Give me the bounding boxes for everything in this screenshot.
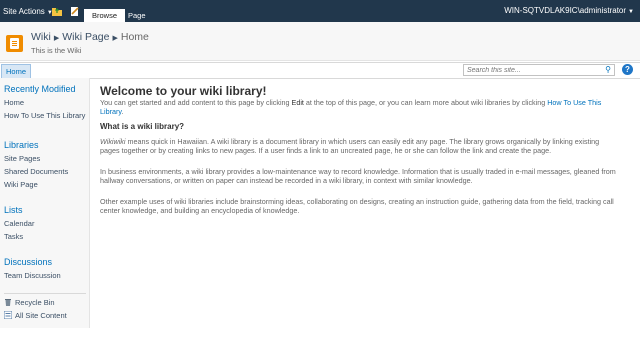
recycle-bin-icon bbox=[5, 299, 11, 306]
recycle-bin-link[interactable]: Recycle Bin bbox=[4, 298, 55, 307]
divider bbox=[4, 293, 86, 294]
section-heading: What is a wiki library? bbox=[100, 122, 185, 131]
ribbon-bar: Site Actions ▼ Browse Page WIN-SQTVDLAK9I… bbox=[0, 0, 640, 22]
ql-heading-discussions[interactable]: Discussions bbox=[4, 257, 52, 267]
edit-page-icon[interactable] bbox=[70, 7, 80, 16]
ql-item-team-discussion[interactable]: Team Discussion bbox=[4, 271, 61, 280]
ql-item-home[interactable]: Home bbox=[4, 98, 24, 107]
site-description: This is the Wiki bbox=[31, 46, 82, 55]
chevron-down-icon: ▼ bbox=[628, 9, 634, 15]
all-site-content-label: All Site Content bbox=[15, 311, 67, 320]
page-title: Welcome to your wiki library! bbox=[100, 84, 267, 98]
ql-item-shared-documents[interactable]: Shared Documents bbox=[4, 167, 68, 176]
all-site-content-icon bbox=[4, 311, 12, 319]
user-name: WIN-SQTVDLAK9IC\administrator bbox=[504, 6, 627, 15]
paragraph-1: Wikiwiki means quick in Hawaiian. A wiki… bbox=[100, 137, 620, 155]
wikiwiki-term: Wikiwiki bbox=[100, 137, 126, 146]
tab-browse[interactable]: Browse bbox=[84, 9, 126, 22]
navigate-up-icon[interactable] bbox=[52, 7, 62, 16]
paragraph-1-text: means quick in Hawaiian. A wiki library … bbox=[100, 137, 600, 155]
paragraph-2: In business environments, a wiki library… bbox=[100, 167, 616, 185]
intro-mid-text: at the top of this page, or you can lear… bbox=[303, 98, 548, 107]
ql-heading-lists[interactable]: Lists bbox=[4, 205, 23, 215]
help-icon[interactable]: ? bbox=[622, 64, 633, 75]
site-actions-label: Site Actions bbox=[3, 7, 45, 16]
breadcrumb-wiki[interactable]: Wiki bbox=[31, 31, 51, 43]
ql-item-calendar[interactable]: Calendar bbox=[4, 219, 34, 228]
all-site-content-link[interactable]: All Site Content bbox=[4, 311, 67, 320]
breadcrumb-home: Home bbox=[120, 31, 149, 43]
paragraph-3: Other example uses of wiki libraries inc… bbox=[100, 197, 614, 215]
ql-item-wiki-page[interactable]: Wiki Page bbox=[4, 180, 38, 189]
nav-home-tab[interactable]: Home bbox=[1, 64, 32, 79]
ql-item-site-pages[interactable]: Site Pages bbox=[4, 154, 40, 163]
recycle-bin-label: Recycle Bin bbox=[15, 298, 55, 307]
breadcrumb-arrow-icon: ▶ bbox=[112, 35, 118, 42]
breadcrumb: Wiki ▶ Wiki Page ▶ Home bbox=[31, 31, 149, 43]
intro-end-text: . bbox=[121, 107, 124, 116]
user-menu[interactable]: WIN-SQTVDLAK9IC\administrator ▼ bbox=[504, 6, 634, 15]
edit-keyword: Edit bbox=[291, 98, 304, 107]
intro-paragraph: You can get started and add content to t… bbox=[100, 98, 620, 116]
ql-heading-recently-modified[interactable]: Recently Modified bbox=[4, 84, 76, 94]
intro-text: You can get started and add content to t… bbox=[100, 98, 292, 107]
quick-launch: Recently Modified Home How To Use This L… bbox=[0, 78, 90, 328]
tab-page[interactable]: Page bbox=[120, 9, 154, 22]
ql-item-tasks[interactable]: Tasks bbox=[4, 232, 23, 241]
site-actions-menu[interactable]: Site Actions ▼ bbox=[3, 7, 53, 16]
ql-item-how-to-use[interactable]: How To Use This Library bbox=[4, 111, 85, 120]
search-box: ⚲ bbox=[463, 64, 615, 76]
search-input[interactable] bbox=[464, 65, 597, 76]
site-logo[interactable] bbox=[6, 35, 23, 52]
breadcrumb-arrow-icon: ▶ bbox=[53, 35, 60, 42]
ql-heading-libraries[interactable]: Libraries bbox=[4, 140, 39, 150]
search-icon[interactable]: ⚲ bbox=[605, 65, 611, 74]
breadcrumb-wiki-page[interactable]: Wiki Page bbox=[62, 31, 109, 43]
